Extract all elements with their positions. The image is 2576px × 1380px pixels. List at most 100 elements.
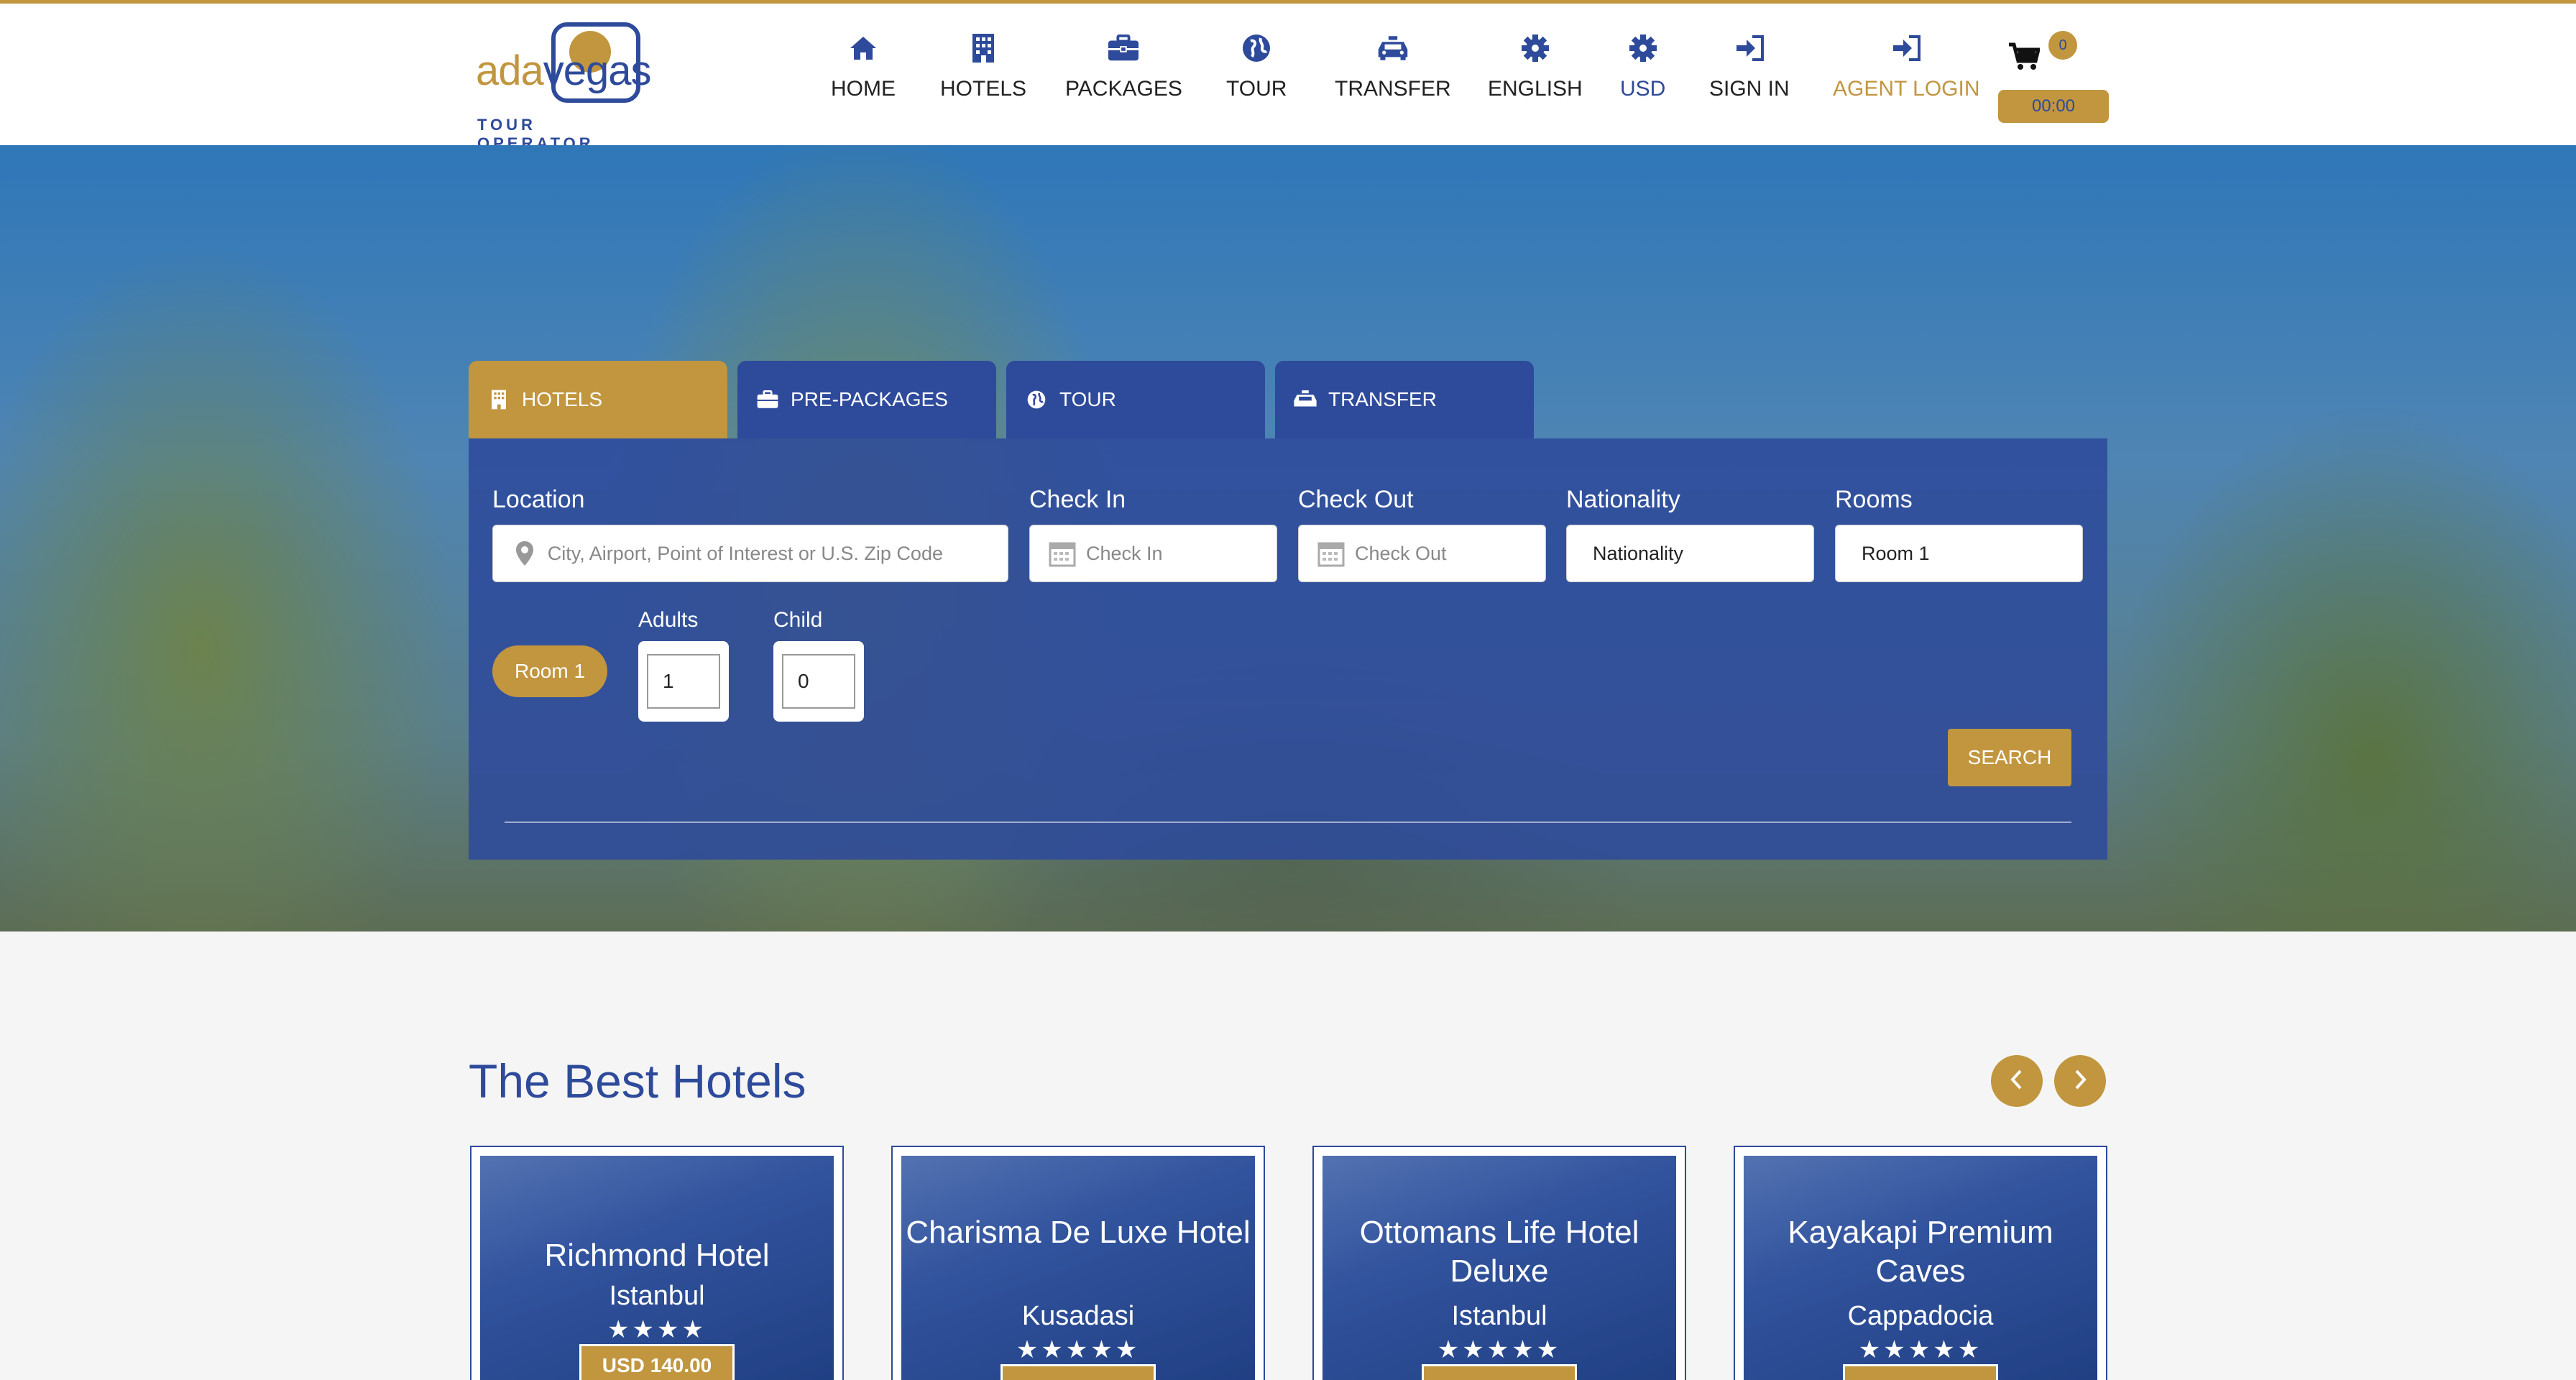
globe-icon — [1024, 387, 1049, 413]
panel-divider — [505, 822, 2071, 823]
hotel-name: Richmond Hotel — [544, 1238, 770, 1273]
hotel-city: Kusadasi — [1021, 1301, 1135, 1331]
briefcase-icon — [755, 387, 781, 413]
tab-pre-packages-label: PRE-PACKAGES — [791, 388, 948, 410]
logo-wordmark: adavegas — [476, 47, 652, 95]
location-input[interactable] — [547, 542, 1008, 565]
check-in-field[interactable] — [1029, 525, 1277, 582]
building-icon — [486, 387, 512, 413]
nav-language[interactable]: ENGLISH — [1488, 32, 1583, 111]
tab-hotels-label: HOTELS — [522, 388, 603, 410]
tab-pre-packages[interactable]: PRE-PACKAGES — [737, 361, 996, 438]
hotel-card-image: Ottomans Life Hotel Deluxe Istanbul ★★★★… — [1322, 1156, 1676, 1380]
sign-in-icon — [1734, 32, 1765, 64]
cart-count-badge: 0 — [2048, 31, 2077, 60]
nav-agent-login-label: AGENT LOGIN — [1833, 77, 1980, 101]
location-field[interactable] — [492, 525, 1008, 582]
hotel-stars: ★★★★★ — [1437, 1336, 1562, 1363]
nav-packages[interactable]: PACKAGES — [1065, 32, 1182, 111]
cart-timer: 00:00 — [1998, 90, 2109, 123]
building-icon — [967, 32, 999, 64]
hotel-card-image: Charisma De Luxe Hotel Kusadasi ★★★★★ — [901, 1156, 1255, 1380]
hotel-stars: ★★★★ — [607, 1316, 707, 1343]
child-input[interactable]: 0 — [782, 654, 855, 709]
hotel-price — [1000, 1364, 1156, 1380]
hotel-name: Kayakapi Premium Caves — [1788, 1215, 2053, 1289]
tab-hotels[interactable]: HOTELS — [469, 361, 727, 438]
nav-transfer-label: TRANSFER — [1335, 77, 1451, 101]
taxi-icon — [1377, 32, 1409, 64]
briefcase-icon — [1108, 32, 1139, 64]
nav-sign-in-label: SIGN IN — [1709, 77, 1790, 101]
site-header: adavegas TOUR OPERATOR HOME HOTELS PACKA… — [0, 4, 2576, 152]
hotel-card[interactable]: Richmond Hotel Istanbul ★★★★ USD 140.00 — [470, 1146, 844, 1380]
gear-icon — [1627, 32, 1659, 64]
hotel-price — [1843, 1364, 1998, 1380]
location-label: Location — [492, 486, 585, 513]
taxi-icon — [1292, 387, 1318, 413]
tab-transfer-label: TRANSFER — [1328, 388, 1437, 410]
logo-word-left: ada — [476, 47, 544, 94]
hotel-city: Istanbul — [1451, 1301, 1547, 1331]
hotel-price: USD 140.00 — [579, 1344, 735, 1380]
chevron-right-icon — [2072, 1069, 2088, 1094]
sign-in-icon — [1890, 32, 1922, 64]
calendar-icon — [1049, 539, 1076, 568]
nav-sign-in[interactable]: SIGN IN — [1709, 32, 1790, 111]
nationality-value: Nationality — [1593, 542, 1684, 564]
hotel-price — [1422, 1364, 1577, 1380]
nav-currency-label: USD — [1620, 77, 1666, 101]
rooms-select[interactable]: Room 1 — [1835, 525, 2083, 582]
hotel-name: Charisma De Luxe Hotel — [906, 1215, 1251, 1250]
chevron-left-icon — [2009, 1069, 2025, 1094]
tab-tour[interactable]: TOUR — [1006, 361, 1265, 438]
nav-hotels-label: HOTELS — [940, 77, 1027, 101]
hotel-card-image: Kayakapi Premium Caves Cappadocia ★★★★★ — [1744, 1156, 2097, 1380]
nationality-label: Nationality — [1566, 486, 1680, 513]
check-in-input[interactable] — [1086, 542, 1276, 565]
nav-tour-label: TOUR — [1226, 77, 1287, 101]
nav-hotels[interactable]: HOTELS — [940, 32, 1026, 111]
gear-icon — [1519, 32, 1551, 64]
check-out-input[interactable] — [1355, 542, 1545, 565]
adults-box: 1 — [638, 641, 729, 722]
hotel-card-image: Richmond Hotel Istanbul ★★★★ USD 140.00 — [480, 1156, 834, 1380]
check-out-label: Check Out — [1298, 486, 1414, 513]
hotel-card[interactable]: Ottomans Life Hotel Deluxe Istanbul ★★★★… — [1312, 1146, 1686, 1380]
hotel-name: Ottomans Life Hotel Deluxe — [1359, 1215, 1639, 1289]
calendar-icon — [1317, 539, 1345, 568]
carousel-prev-button[interactable] — [1991, 1055, 2043, 1107]
tab-transfer[interactable]: TRANSFER — [1275, 361, 1534, 438]
tab-tour-label: TOUR — [1059, 388, 1116, 410]
nationality-select[interactable]: Nationality — [1566, 525, 1814, 582]
nav-home[interactable]: HOME — [831, 32, 896, 111]
hotel-card[interactable]: Charisma De Luxe Hotel Kusadasi ★★★★★ — [891, 1146, 1265, 1380]
check-out-field[interactable] — [1298, 525, 1546, 582]
rooms-value: Room 1 — [1862, 542, 1930, 564]
best-hotels-title: The Best Hotels — [469, 1054, 806, 1108]
nav-agent-login[interactable]: AGENT LOGIN — [1833, 32, 1980, 111]
home-icon — [847, 32, 879, 64]
hotel-card[interactable]: Kayakapi Premium Caves Cappadocia ★★★★★ — [1734, 1146, 2107, 1380]
nav-language-label: ENGLISH — [1488, 77, 1583, 101]
adavegas-logo[interactable]: adavegas TOUR OPERATOR — [476, 17, 652, 152]
hotel-city: Istanbul — [609, 1281, 705, 1311]
carousel-next-button[interactable] — [2054, 1055, 2106, 1107]
cart[interactable]: 0 00:00 — [1998, 25, 2113, 126]
adults-input[interactable]: 1 — [647, 654, 720, 709]
hotel-stars: ★★★★★ — [1016, 1336, 1141, 1363]
cart-icon[interactable] — [2008, 42, 2041, 75]
adults-label: Adults — [638, 608, 699, 632]
nav-currency[interactable]: USD — [1620, 32, 1665, 111]
hotel-city: Cappadocia — [1847, 1301, 1994, 1331]
rooms-label: Rooms — [1835, 486, 1913, 513]
child-box: 0 — [773, 641, 864, 722]
nav-packages-label: PACKAGES — [1065, 77, 1182, 101]
child-label: Child — [773, 608, 823, 632]
search-button[interactable]: SEARCH — [1948, 729, 2071, 786]
nav-tour[interactable]: TOUR — [1226, 32, 1287, 111]
check-in-label: Check In — [1029, 486, 1126, 513]
logo-word-right: vegas — [543, 47, 652, 94]
nav-transfer[interactable]: TRANSFER — [1335, 32, 1451, 111]
room-1-pill[interactable]: Room 1 — [492, 645, 607, 697]
